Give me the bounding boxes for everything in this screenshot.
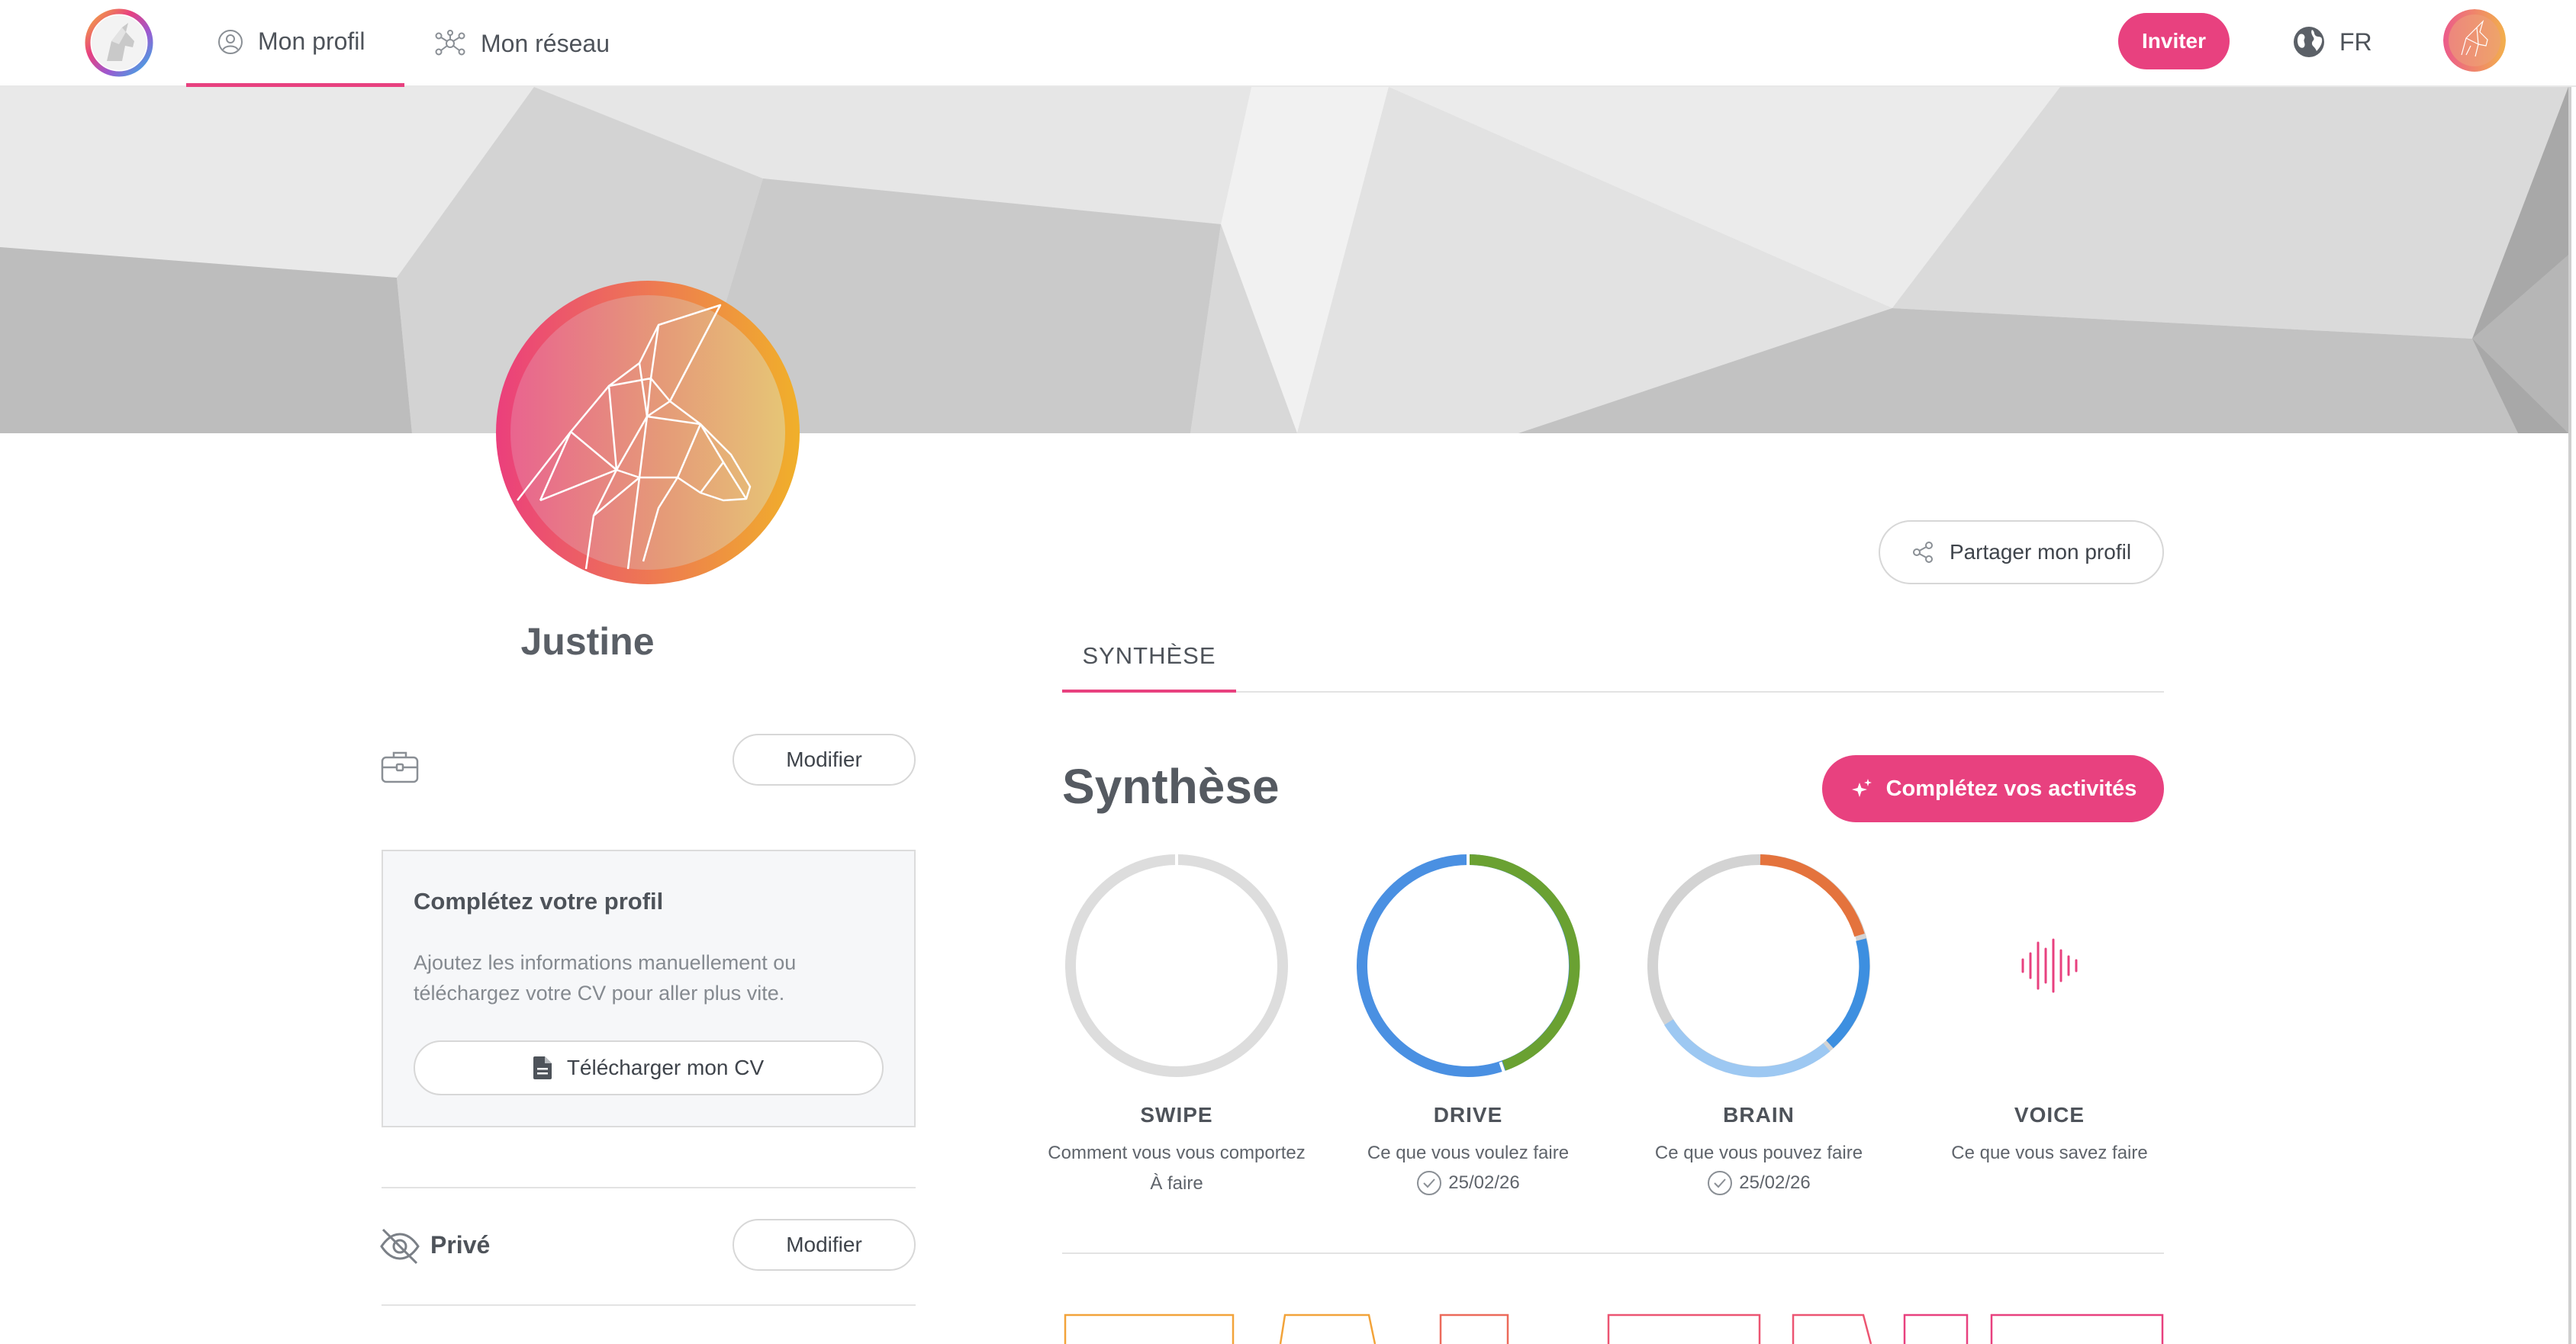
language-selector[interactable]: FR (2292, 21, 2372, 63)
card-description: Ajoutez les informations manuellement ou… (414, 951, 797, 1005)
voice-waveform-icon (2021, 938, 2078, 993)
activity-completion-date: 25/02/26 (1323, 1169, 1613, 1198)
activity-drive[interactable]: DRIVE Ce que vous voulez faire 25/02/26 (1323, 851, 1613, 1198)
network-icon (435, 30, 465, 56)
card-title: Complétez votre profil (414, 888, 664, 915)
upload-cv-label: Télécharger mon CV (566, 1056, 765, 1079)
privacy-status: Privé (430, 1231, 491, 1259)
activity-description: Ce que vous voulez faire (1367, 1143, 1570, 1163)
activity-name: BRAIN (1723, 1103, 1795, 1127)
complete-profile-card: Complétez votre profil Ajoutez les infor… (382, 850, 916, 1127)
activity-name: SWIPE (1140, 1103, 1213, 1127)
upcoming-section-preview (1062, 1312, 2164, 1344)
modify-privacy-button[interactable]: Modifier (733, 1219, 916, 1271)
section-divider (382, 1304, 916, 1306)
page-scrollbar[interactable] (2568, 87, 2571, 1344)
brain-progress-ring (1647, 854, 1870, 1078)
modify-experience-button[interactable]: Modifier (733, 734, 916, 786)
section-divider (1062, 1252, 2164, 1254)
tab-synthese[interactable]: SYNTHÈSE (1062, 633, 1236, 693)
activity-completion-date: 25/02/26 (1614, 1169, 1904, 1198)
briefcase-icon (380, 749, 420, 784)
drive-progress-ring (1357, 854, 1580, 1077)
activity-date: 25/02/26 (1448, 1172, 1520, 1193)
app-logo[interactable] (84, 8, 154, 78)
share-profile-button[interactable]: Partager mon profil (1879, 520, 2164, 584)
profile-name: Justine (520, 620, 655, 663)
share-icon (1912, 542, 1933, 563)
globe-icon (2294, 27, 2324, 57)
eye-off-icon (378, 1225, 421, 1268)
activity-status: À faire (1150, 1173, 1203, 1194)
invite-button[interactable]: Inviter (2118, 13, 2230, 69)
activity-description: Ce que vous savez faire (1951, 1143, 2148, 1163)
activity-description: Comment vous vous comportez À faire (1032, 1138, 1322, 1199)
language-label: FR (2339, 27, 2372, 56)
profile-banner (0, 87, 2568, 433)
share-profile-label: Partager mon profil (1949, 540, 2132, 564)
section-title: Synthèse (1062, 759, 1280, 814)
complete-activities-label: Complétez vos activités (1885, 776, 2137, 801)
complete-activities-button[interactable]: Complétez vos activités (1822, 755, 2164, 822)
section-divider (382, 1187, 916, 1188)
activity-brain[interactable]: BRAIN Ce que vous pouvez faire 25/02/26 (1614, 851, 1904, 1198)
user-circle-icon (218, 29, 243, 54)
profile-avatar[interactable] (494, 279, 801, 586)
activity-swipe[interactable]: SWIPE Comment vous vous comportez À fair… (1032, 851, 1322, 1199)
activity-description-line: Comment vous vous comportez (1048, 1143, 1306, 1163)
activity-date: 25/02/26 (1739, 1172, 1811, 1193)
user-avatar[interactable] (2443, 9, 2506, 72)
activity-name: VOICE (2014, 1103, 2085, 1127)
upload-cv-button[interactable]: Télécharger mon CV (414, 1040, 884, 1095)
nav-tab-my-network[interactable]: Mon réseau (432, 0, 630, 87)
document-icon (533, 1056, 552, 1079)
nav-tab-label: Mon réseau (481, 29, 610, 57)
check-circle-icon (1417, 1171, 1442, 1195)
activity-name: DRIVE (1433, 1103, 1503, 1127)
activity-description: Ce que vous pouvez faire (1654, 1143, 1863, 1163)
top-navigation-bar: Mon profil Mon réseau Inviter FR (0, 0, 2576, 87)
nav-tab-my-profile[interactable]: Mon profil (186, 0, 404, 87)
activity-voice[interactable]: VOICE Ce que vous savez faire (1905, 851, 2194, 1169)
swipe-progress-ring (1065, 854, 1288, 1077)
sparkle-icon (1851, 779, 1872, 797)
check-circle-icon (1708, 1171, 1733, 1195)
nav-tab-label: Mon profil (258, 27, 365, 55)
